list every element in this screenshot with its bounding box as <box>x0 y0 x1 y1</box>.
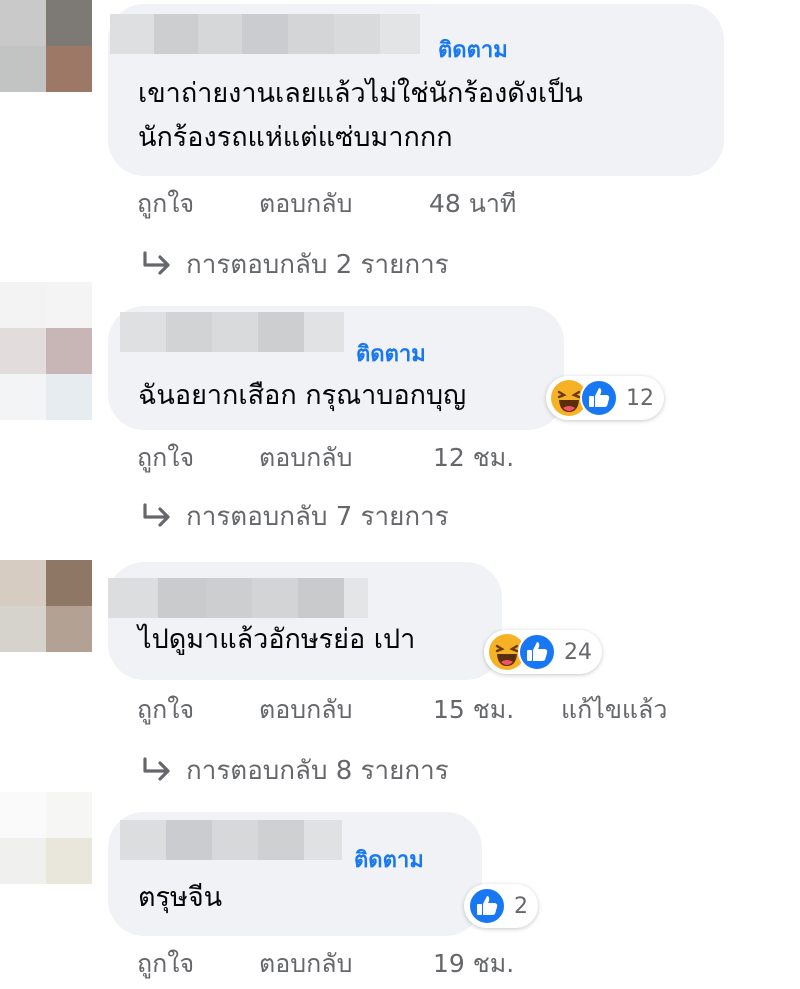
comment-actions: ถูกใจ ตอบกลับ 19 ชม. <box>137 944 514 984</box>
comment-text: เขาถ่ายงานเลยแล้วไม่ใช่นักร้องดังเป็น นั… <box>138 78 583 153</box>
replies-count-label: การตอบกลับ 7 รายการ <box>186 502 449 532</box>
replies-count-label: การตอบกลับ 8 รายการ <box>186 756 449 786</box>
reaction-count: 24 <box>564 639 592 665</box>
avatar-blurred[interactable] <box>0 282 92 420</box>
reply-arrow-icon <box>143 250 170 275</box>
author-name-blurred[interactable] <box>110 14 420 54</box>
avatar-blurred[interactable] <box>0 560 92 652</box>
comment-text: ตรุษจีน <box>138 882 223 913</box>
reaction-summary[interactable]: 24 <box>484 630 602 674</box>
comment-text: ฉันอยากเสือก กรุณาบอกบุญ <box>138 380 467 411</box>
reply-arrow-icon <box>143 502 170 527</box>
comment-actions: ถูกใจ ตอบกลับ 12 ชม. <box>137 438 514 478</box>
follow-link[interactable]: ติดตาม <box>438 32 508 67</box>
comment-bubble: ติดตาม ฉันอยากเสือก กรุณาบอกบุญ <box>108 306 564 430</box>
reply-action[interactable]: ตอบกลับ <box>259 690 433 730</box>
like-action[interactable]: ถูกใจ <box>137 438 259 478</box>
like-icon <box>518 633 556 671</box>
replies-count-label: การตอบกลับ 2 รายการ <box>186 250 449 280</box>
reply-arrow-icon <box>143 756 170 781</box>
comment-actions: ถูกใจ ตอบกลับ 15 ชม. แก้ไขแล้ว <box>137 690 667 730</box>
follow-link[interactable]: ติดตาม <box>354 842 424 877</box>
author-name-blurred[interactable] <box>108 578 368 618</box>
avatar-blurred[interactable] <box>0 0 92 92</box>
like-action[interactable]: ถูกใจ <box>137 184 259 224</box>
like-icon <box>580 379 618 417</box>
comment-bubble: ไปดูมาแล้วอักษรย่อ เปา <box>108 562 502 680</box>
author-name-blurred[interactable] <box>120 820 342 860</box>
reaction-count: 2 <box>514 893 528 919</box>
edited-label[interactable]: แก้ไขแล้ว <box>561 690 667 730</box>
comment-bubble: ติดตาม ตรุษจีน <box>108 812 482 936</box>
author-name-blurred[interactable] <box>120 312 344 352</box>
reaction-count: 12 <box>626 385 654 411</box>
like-action[interactable]: ถูกใจ <box>137 690 259 730</box>
view-replies-link[interactable]: การตอบกลับ 7 รายการ <box>140 496 449 537</box>
reply-action[interactable]: ตอบกลับ <box>259 438 433 478</box>
reply-action[interactable]: ตอบกลับ <box>259 944 433 984</box>
reply-action[interactable]: ตอบกลับ <box>259 184 429 224</box>
comment-time[interactable]: 48 นาที <box>429 184 516 224</box>
follow-link[interactable]: ติดตาม <box>356 336 426 371</box>
reaction-summary[interactable]: 2 <box>464 884 538 928</box>
comment-time[interactable]: 12 ชม. <box>433 438 514 478</box>
comment-actions: ถูกใจ ตอบกลับ 48 นาที <box>137 184 516 224</box>
avatar-blurred[interactable] <box>0 792 92 884</box>
comment-time[interactable]: 15 ชม. <box>433 690 561 730</box>
like-icon <box>468 887 506 925</box>
reaction-summary[interactable]: 12 <box>546 376 664 420</box>
view-replies-link[interactable]: การตอบกลับ 8 รายการ <box>140 750 449 791</box>
comment-bubble: ติดตาม เขาถ่ายงานเลยแล้วไม่ใช่นักร้องดัง… <box>108 4 724 176</box>
comment-time[interactable]: 19 ชม. <box>433 944 514 984</box>
comment-text: ไปดูมาแล้วอักษรย่อ เปา <box>138 624 416 655</box>
like-action[interactable]: ถูกใจ <box>137 944 259 984</box>
view-replies-link[interactable]: การตอบกลับ 2 รายการ <box>140 244 449 285</box>
